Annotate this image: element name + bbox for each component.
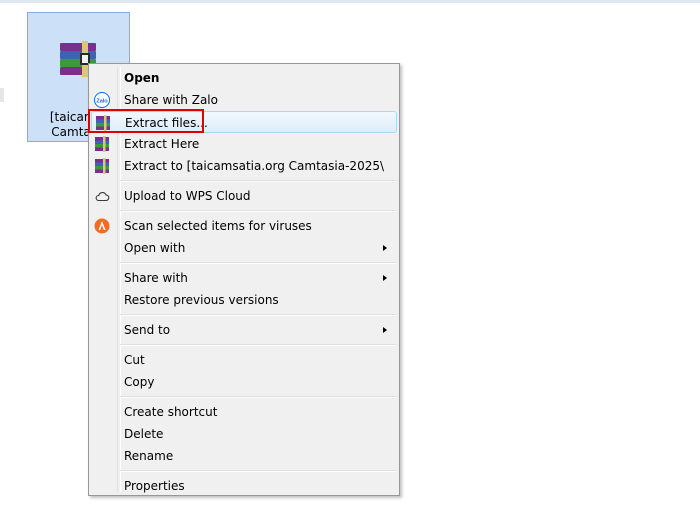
menu-item-cut[interactable]: Cut [91, 349, 397, 371]
cloud-icon [95, 192, 110, 202]
zalo-icon: Zalo [94, 92, 110, 108]
menu-item-rename[interactable]: Rename [91, 445, 397, 467]
menu-item-label: Open [124, 71, 160, 85]
winrar-icon [95, 136, 109, 152]
menu-item-open[interactable]: Open [91, 67, 397, 89]
menu-separator [120, 470, 397, 472]
annotation-highlight-box [88, 109, 204, 133]
menu-item-scan-viruses[interactable]: Scan selected items for viruses [91, 215, 397, 237]
menu-item-label: Extract Here [124, 137, 200, 151]
menu-item-properties[interactable]: Properties [91, 475, 397, 497]
menu-item-label: Create shortcut [124, 405, 218, 419]
menu-item-open-with[interactable]: Open with [91, 237, 397, 259]
scroll-edge [0, 88, 4, 102]
menu-item-label: Share with Zalo [124, 93, 218, 107]
menu-item-create-shortcut[interactable]: Create shortcut [91, 401, 397, 423]
menu-separator [120, 262, 397, 264]
menu-separator [120, 210, 397, 212]
submenu-arrow-icon [383, 327, 387, 333]
menu-item-label: Scan selected items for viruses [124, 219, 312, 233]
menu-item-label: Properties [124, 479, 185, 493]
menu-item-send-to[interactable]: Send to [91, 319, 397, 341]
menu-item-label: Rename [124, 449, 174, 463]
menu-item-label: Delete [124, 427, 164, 441]
menu-item-upload-wps[interactable]: Upload to WPS Cloud [91, 185, 397, 207]
menu-item-label: Share with [124, 271, 188, 285]
menu-item-delete[interactable]: Delete [91, 423, 397, 445]
submenu-arrow-icon [383, 275, 387, 281]
menu-item-label: Open with [124, 241, 186, 255]
menu-item-extract-here[interactable]: Extract Here [91, 133, 397, 155]
menu-separator [120, 314, 397, 316]
menu-item-restore-versions[interactable]: Restore previous versions [91, 289, 397, 311]
menu-item-label: Cut [124, 353, 145, 367]
menu-separator [120, 344, 397, 346]
svg-text:Zalo: Zalo [96, 99, 108, 105]
menu-separator [120, 396, 397, 398]
window-top-edge [0, 0, 700, 3]
menu-item-label: Send to [124, 323, 171, 337]
submenu-arrow-icon [383, 245, 387, 251]
avast-icon [94, 218, 110, 234]
menu-item-share-zalo[interactable]: Zalo Share with Zalo [91, 89, 397, 111]
menu-item-share-with[interactable]: Share with [91, 267, 397, 289]
menu-item-label: Copy [124, 375, 155, 389]
winrar-icon [95, 158, 109, 174]
menu-separator [120, 180, 397, 182]
menu-item-label: Restore previous versions [124, 293, 279, 307]
menu-item-copy[interactable]: Copy [91, 371, 397, 393]
menu-item-extract-to[interactable]: Extract to [taicamsatia.org Camtasia-202… [91, 155, 397, 177]
menu-item-label: Extract to [taicamsatia.org Camtasia-202… [124, 159, 385, 173]
menu-item-label: Upload to WPS Cloud [124, 189, 251, 203]
